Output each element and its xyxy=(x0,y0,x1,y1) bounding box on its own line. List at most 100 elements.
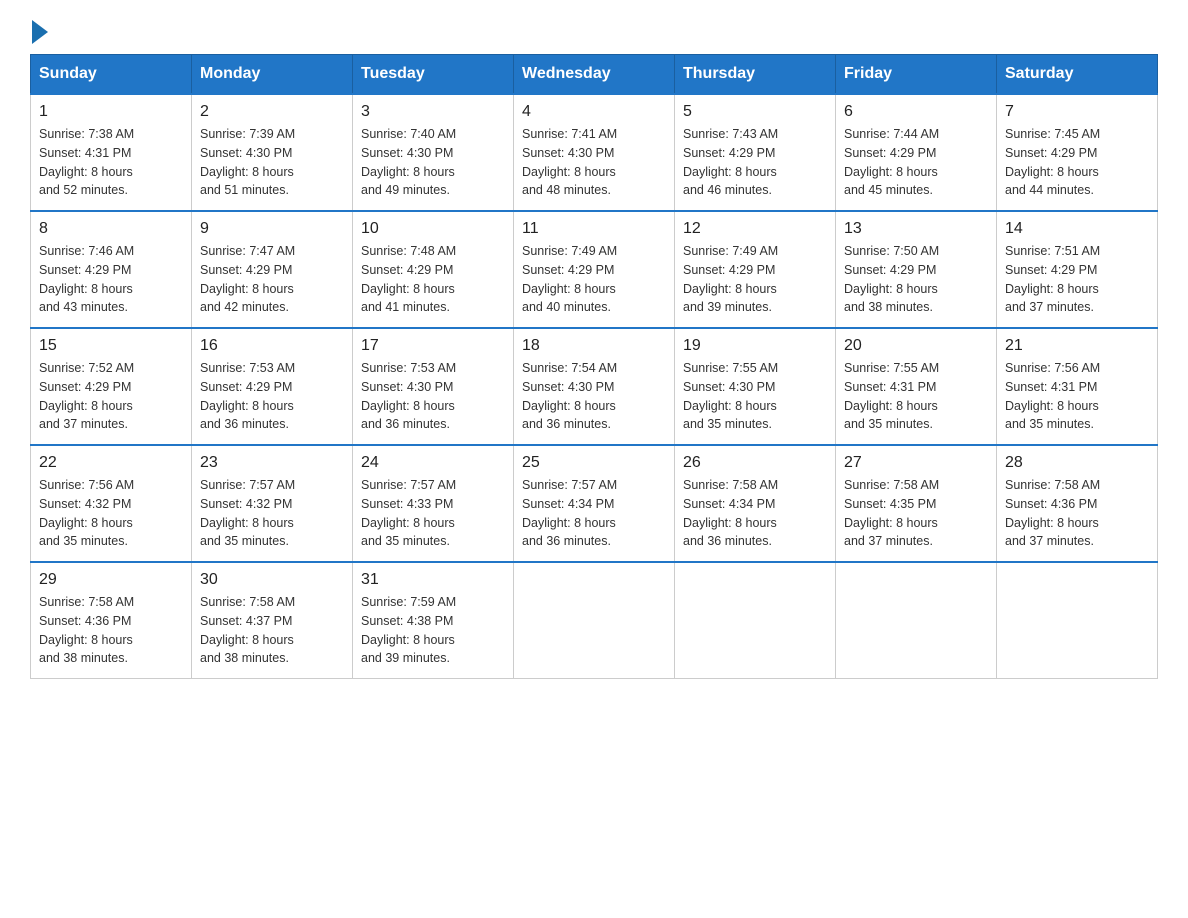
day-info: Sunrise: 7:53 AMSunset: 4:29 PMDaylight:… xyxy=(200,359,344,434)
day-info: Sunrise: 7:43 AMSunset: 4:29 PMDaylight:… xyxy=(683,125,827,200)
day-number: 16 xyxy=(200,337,344,355)
calendar-day-cell: 1 Sunrise: 7:38 AMSunset: 4:31 PMDayligh… xyxy=(31,94,192,211)
day-number: 15 xyxy=(39,337,183,355)
calendar-day-cell: 11 Sunrise: 7:49 AMSunset: 4:29 PMDaylig… xyxy=(514,211,675,328)
day-number: 28 xyxy=(1005,454,1149,472)
calendar-day-cell: 8 Sunrise: 7:46 AMSunset: 4:29 PMDayligh… xyxy=(31,211,192,328)
calendar-day-cell: 5 Sunrise: 7:43 AMSunset: 4:29 PMDayligh… xyxy=(675,94,836,211)
calendar-day-cell: 19 Sunrise: 7:55 AMSunset: 4:30 PMDaylig… xyxy=(675,328,836,445)
calendar-day-cell: 29 Sunrise: 7:58 AMSunset: 4:36 PMDaylig… xyxy=(31,562,192,679)
empty-cell xyxy=(997,562,1158,679)
day-info: Sunrise: 7:56 AMSunset: 4:32 PMDaylight:… xyxy=(39,476,183,551)
day-info: Sunrise: 7:49 AMSunset: 4:29 PMDaylight:… xyxy=(522,242,666,317)
calendar-day-cell: 23 Sunrise: 7:57 AMSunset: 4:32 PMDaylig… xyxy=(192,445,353,562)
day-number: 13 xyxy=(844,220,988,238)
calendar-day-cell: 15 Sunrise: 7:52 AMSunset: 4:29 PMDaylig… xyxy=(31,328,192,445)
day-info: Sunrise: 7:57 AMSunset: 4:33 PMDaylight:… xyxy=(361,476,505,551)
day-info: Sunrise: 7:49 AMSunset: 4:29 PMDaylight:… xyxy=(683,242,827,317)
day-info: Sunrise: 7:58 AMSunset: 4:36 PMDaylight:… xyxy=(39,593,183,668)
calendar-day-cell: 26 Sunrise: 7:58 AMSunset: 4:34 PMDaylig… xyxy=(675,445,836,562)
calendar-day-cell: 3 Sunrise: 7:40 AMSunset: 4:30 PMDayligh… xyxy=(353,94,514,211)
day-number: 24 xyxy=(361,454,505,472)
calendar-day-cell: 10 Sunrise: 7:48 AMSunset: 4:29 PMDaylig… xyxy=(353,211,514,328)
calendar-day-cell: 14 Sunrise: 7:51 AMSunset: 4:29 PMDaylig… xyxy=(997,211,1158,328)
day-number: 21 xyxy=(1005,337,1149,355)
day-info: Sunrise: 7:52 AMSunset: 4:29 PMDaylight:… xyxy=(39,359,183,434)
day-info: Sunrise: 7:44 AMSunset: 4:29 PMDaylight:… xyxy=(844,125,988,200)
calendar-day-cell: 27 Sunrise: 7:58 AMSunset: 4:35 PMDaylig… xyxy=(836,445,997,562)
calendar-day-cell: 20 Sunrise: 7:55 AMSunset: 4:31 PMDaylig… xyxy=(836,328,997,445)
calendar-day-cell: 25 Sunrise: 7:57 AMSunset: 4:34 PMDaylig… xyxy=(514,445,675,562)
calendar-day-cell: 31 Sunrise: 7:59 AMSunset: 4:38 PMDaylig… xyxy=(353,562,514,679)
day-info: Sunrise: 7:57 AMSunset: 4:34 PMDaylight:… xyxy=(522,476,666,551)
day-info: Sunrise: 7:50 AMSunset: 4:29 PMDaylight:… xyxy=(844,242,988,317)
logo xyxy=(30,20,48,44)
calendar-day-cell: 13 Sunrise: 7:50 AMSunset: 4:29 PMDaylig… xyxy=(836,211,997,328)
day-number: 7 xyxy=(1005,103,1149,121)
day-info: Sunrise: 7:39 AMSunset: 4:30 PMDaylight:… xyxy=(200,125,344,200)
day-info: Sunrise: 7:57 AMSunset: 4:32 PMDaylight:… xyxy=(200,476,344,551)
day-number: 23 xyxy=(200,454,344,472)
calendar-day-cell: 24 Sunrise: 7:57 AMSunset: 4:33 PMDaylig… xyxy=(353,445,514,562)
day-number: 17 xyxy=(361,337,505,355)
calendar-week-row: 8 Sunrise: 7:46 AMSunset: 4:29 PMDayligh… xyxy=(31,211,1158,328)
day-info: Sunrise: 7:55 AMSunset: 4:30 PMDaylight:… xyxy=(683,359,827,434)
calendar-table: SundayMondayTuesdayWednesdayThursdayFrid… xyxy=(30,54,1158,679)
day-info: Sunrise: 7:54 AMSunset: 4:30 PMDaylight:… xyxy=(522,359,666,434)
calendar-day-cell: 4 Sunrise: 7:41 AMSunset: 4:30 PMDayligh… xyxy=(514,94,675,211)
day-number: 2 xyxy=(200,103,344,121)
calendar-day-cell: 6 Sunrise: 7:44 AMSunset: 4:29 PMDayligh… xyxy=(836,94,997,211)
day-number: 30 xyxy=(200,571,344,589)
day-info: Sunrise: 7:46 AMSunset: 4:29 PMDaylight:… xyxy=(39,242,183,317)
calendar-week-row: 29 Sunrise: 7:58 AMSunset: 4:36 PMDaylig… xyxy=(31,562,1158,679)
weekday-header-monday: Monday xyxy=(192,55,353,95)
weekday-header-sunday: Sunday xyxy=(31,55,192,95)
day-info: Sunrise: 7:53 AMSunset: 4:30 PMDaylight:… xyxy=(361,359,505,434)
day-number: 9 xyxy=(200,220,344,238)
day-info: Sunrise: 7:45 AMSunset: 4:29 PMDaylight:… xyxy=(1005,125,1149,200)
calendar-day-cell: 16 Sunrise: 7:53 AMSunset: 4:29 PMDaylig… xyxy=(192,328,353,445)
calendar-week-row: 15 Sunrise: 7:52 AMSunset: 4:29 PMDaylig… xyxy=(31,328,1158,445)
day-info: Sunrise: 7:58 AMSunset: 4:34 PMDaylight:… xyxy=(683,476,827,551)
day-info: Sunrise: 7:47 AMSunset: 4:29 PMDaylight:… xyxy=(200,242,344,317)
calendar-day-cell: 17 Sunrise: 7:53 AMSunset: 4:30 PMDaylig… xyxy=(353,328,514,445)
empty-cell xyxy=(514,562,675,679)
calendar-day-cell: 22 Sunrise: 7:56 AMSunset: 4:32 PMDaylig… xyxy=(31,445,192,562)
calendar-day-cell: 18 Sunrise: 7:54 AMSunset: 4:30 PMDaylig… xyxy=(514,328,675,445)
calendar-day-cell: 28 Sunrise: 7:58 AMSunset: 4:36 PMDaylig… xyxy=(997,445,1158,562)
day-number: 6 xyxy=(844,103,988,121)
day-info: Sunrise: 7:38 AMSunset: 4:31 PMDaylight:… xyxy=(39,125,183,200)
day-info: Sunrise: 7:58 AMSunset: 4:35 PMDaylight:… xyxy=(844,476,988,551)
calendar-day-cell: 12 Sunrise: 7:49 AMSunset: 4:29 PMDaylig… xyxy=(675,211,836,328)
day-number: 12 xyxy=(683,220,827,238)
day-number: 4 xyxy=(522,103,666,121)
day-number: 29 xyxy=(39,571,183,589)
calendar-week-row: 22 Sunrise: 7:56 AMSunset: 4:32 PMDaylig… xyxy=(31,445,1158,562)
calendar-day-cell: 30 Sunrise: 7:58 AMSunset: 4:37 PMDaylig… xyxy=(192,562,353,679)
day-info: Sunrise: 7:59 AMSunset: 4:38 PMDaylight:… xyxy=(361,593,505,668)
day-info: Sunrise: 7:41 AMSunset: 4:30 PMDaylight:… xyxy=(522,125,666,200)
calendar-week-row: 1 Sunrise: 7:38 AMSunset: 4:31 PMDayligh… xyxy=(31,94,1158,211)
day-info: Sunrise: 7:48 AMSunset: 4:29 PMDaylight:… xyxy=(361,242,505,317)
day-number: 8 xyxy=(39,220,183,238)
empty-cell xyxy=(836,562,997,679)
day-number: 19 xyxy=(683,337,827,355)
weekday-header-wednesday: Wednesday xyxy=(514,55,675,95)
weekday-header-thursday: Thursday xyxy=(675,55,836,95)
day-number: 27 xyxy=(844,454,988,472)
weekday-header-row: SundayMondayTuesdayWednesdayThursdayFrid… xyxy=(31,55,1158,95)
day-number: 26 xyxy=(683,454,827,472)
day-number: 18 xyxy=(522,337,666,355)
day-info: Sunrise: 7:51 AMSunset: 4:29 PMDaylight:… xyxy=(1005,242,1149,317)
weekday-header-saturday: Saturday xyxy=(997,55,1158,95)
day-number: 3 xyxy=(361,103,505,121)
day-number: 31 xyxy=(361,571,505,589)
page-header xyxy=(30,20,1158,44)
day-number: 11 xyxy=(522,220,666,238)
day-number: 22 xyxy=(39,454,183,472)
logo-arrow-icon xyxy=(32,20,48,44)
day-number: 14 xyxy=(1005,220,1149,238)
day-number: 10 xyxy=(361,220,505,238)
day-info: Sunrise: 7:58 AMSunset: 4:36 PMDaylight:… xyxy=(1005,476,1149,551)
empty-cell xyxy=(675,562,836,679)
